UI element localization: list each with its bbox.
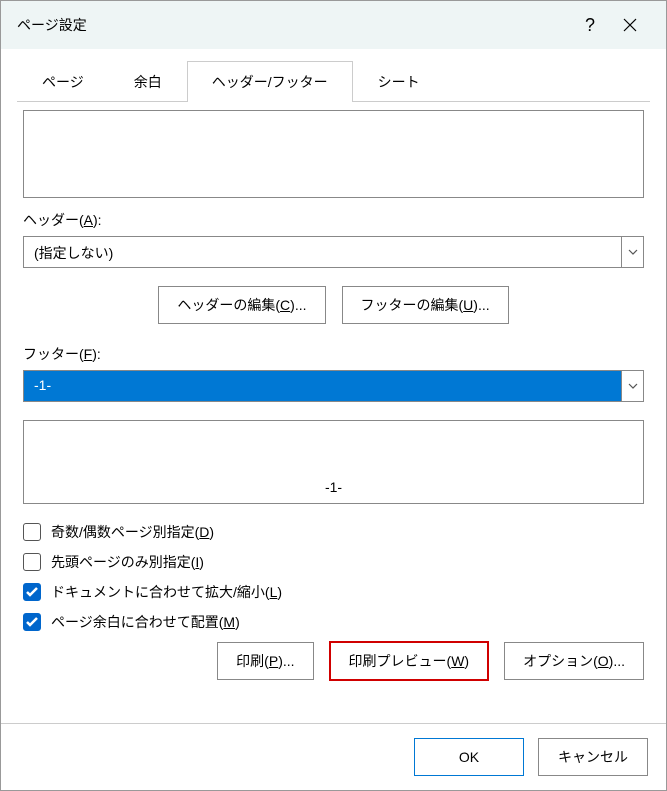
tab-headerfooter[interactable]: ヘッダー/フッター <box>187 61 353 102</box>
chevron-down-icon <box>621 371 643 401</box>
checkbox-checked-icon <box>23 583 41 601</box>
tab-margins[interactable]: 余白 <box>109 61 187 102</box>
checkbox-odd-even[interactable]: 奇数/偶数ページ別指定(D) <box>23 522 644 542</box>
checkbox-icon <box>23 553 41 571</box>
checkbox-checked-icon <box>23 613 41 631</box>
footer-select[interactable]: -1- <box>23 370 644 402</box>
help-button[interactable]: ? <box>570 5 610 45</box>
print-preview-button[interactable]: 印刷プレビュー(W) <box>330 642 489 680</box>
cancel-button[interactable]: キャンセル <box>538 738 648 776</box>
checkbox-align-margins[interactable]: ページ余白に合わせて配置(M) <box>23 612 644 632</box>
footer-label: フッター(F): <box>23 344 644 364</box>
header-select-value: (指定しない) <box>24 237 621 267</box>
footer-preview: -1- <box>23 420 644 504</box>
dialog-footer: OK キャンセル <box>1 723 666 790</box>
print-button[interactable]: 印刷(P)... <box>217 642 313 680</box>
edit-header-button[interactable]: ヘッダーの編集(C)... <box>158 286 325 324</box>
footer-select-value: -1- <box>24 371 621 401</box>
options-button[interactable]: オプション(O)... <box>504 642 644 680</box>
edit-footer-button[interactable]: フッターの編集(U)... <box>342 286 509 324</box>
titlebar: ページ設定 ? <box>1 1 666 49</box>
main-pane: ヘッダー(A): (指定しない) ヘッダーの編集(C)... フッターの編集(U… <box>1 102 666 680</box>
header-preview <box>23 110 644 198</box>
tab-bar: ページ 余白 ヘッダー/フッター シート <box>1 49 666 102</box>
dialog-title: ページ設定 <box>17 15 570 35</box>
close-button[interactable] <box>610 5 650 45</box>
checkbox-first-page[interactable]: 先頭ページのみ別指定(I) <box>23 552 644 572</box>
checkbox-icon <box>23 523 41 541</box>
chevron-down-icon <box>621 237 643 267</box>
tab-sheet[interactable]: シート <box>353 61 445 102</box>
ok-button[interactable]: OK <box>414 738 524 776</box>
header-label: ヘッダー(A): <box>23 210 644 230</box>
tab-page[interactable]: ページ <box>17 61 109 102</box>
header-select[interactable]: (指定しない) <box>23 236 644 268</box>
checkbox-scale-document[interactable]: ドキュメントに合わせて拡大/縮小(L) <box>23 582 644 602</box>
footer-preview-text: -1- <box>325 479 342 495</box>
